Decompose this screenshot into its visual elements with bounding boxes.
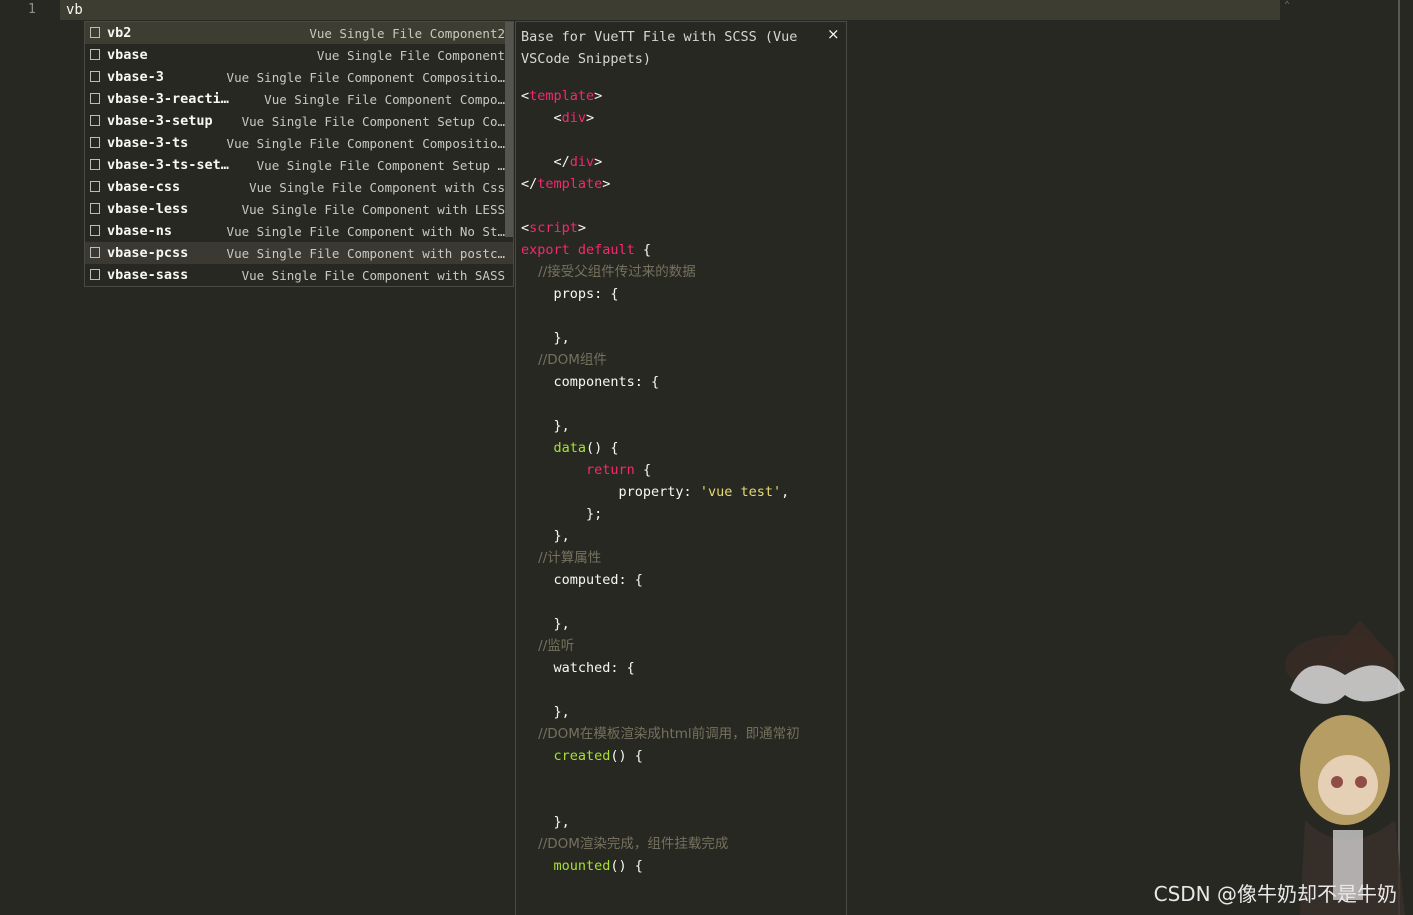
suggestion-scrollbar[interactable] <box>505 22 513 237</box>
detail-title: Base for VueTT File with SCSS (Vue VSCod… <box>521 29 798 67</box>
suggestion-description: Vue Single File Component with postc… <box>226 246 505 261</box>
code-comment: //接受父组件传过来的数据 <box>521 264 696 280</box>
code-line: props: { <box>521 286 619 302</box>
suggestion-detail-panel: Base for VueTT File with SCSS (Vue VSCod… <box>515 21 847 915</box>
snippet-icon <box>90 159 100 170</box>
code-line: }; <box>521 506 603 522</box>
suggestion-description: Vue Single File Component Compositio… <box>226 70 505 85</box>
code-line: </div> <box>521 154 603 170</box>
code-comment: //DOM在模板渲染成html前调用，即通常初 <box>521 726 800 742</box>
code-line: watched: { <box>521 660 635 676</box>
snippet-icon <box>90 93 100 104</box>
suggestion-description: Vue Single File Component with SASS <box>241 268 505 283</box>
watermark-text: CSDN @像牛奶却不是牛奶 <box>1153 882 1397 906</box>
code-comment: //DOM组件 <box>521 352 607 368</box>
suggestion-description: Vue Single File Component Setup Co… <box>241 114 505 129</box>
suggestion-description: Vue Single File Component Setup … <box>256 158 505 173</box>
snippet-icon <box>90 203 100 214</box>
suggestion-description: Vue Single File Component with Css <box>249 180 505 195</box>
suggestion-description: Vue Single File Component with No St… <box>226 224 505 239</box>
mascot-icon <box>1285 620 1405 915</box>
suggestion-item[interactable]: vbase-3 Vue Single File Component Compos… <box>85 66 513 88</box>
suggestion-item[interactable]: vbase-3-ts Vue Single File Component Com… <box>85 132 513 154</box>
code-line: }, <box>521 616 570 632</box>
suggestion-item[interactable]: vbase-sass Vue Single File Component wit… <box>85 264 513 286</box>
suggestion-item[interactable]: vbase-3-setup Vue Single File Component … <box>85 110 513 132</box>
code-line: }, <box>521 704 570 720</box>
suggestion-label: vbase-pcss <box>107 245 189 261</box>
code-line: <template> <box>521 88 603 104</box>
snippet-icon <box>90 27 100 38</box>
snippet-icon <box>90 269 100 280</box>
suggestion-item[interactable]: vbase-less Vue Single File Component wit… <box>85 198 513 220</box>
code-preview: <template> <div> </div> </template> <scr… <box>521 85 846 877</box>
suggestion-label: vbase-less <box>107 201 189 217</box>
snippet-icon <box>90 137 100 148</box>
code-comment: //DOM渲染完成，组件挂载完成 <box>521 836 729 852</box>
suggestion-label: vb2 <box>107 25 132 41</box>
line-number: 1 <box>28 2 36 17</box>
suggestion-label: vbase <box>107 47 148 63</box>
suggestion-label: vbase-3-ts <box>107 135 189 151</box>
code-line: }, <box>521 418 570 434</box>
suggestion-item[interactable]: vbase-pcss Vue Single File Component wit… <box>85 242 513 264</box>
snippet-icon <box>90 49 100 60</box>
code-line: }, <box>521 814 570 830</box>
suggestion-item[interactable]: vbase-3-reacti… Vue Single File Componen… <box>85 88 513 110</box>
autocomplete-list[interactable]: vb2 Vue Single File Component2 vbase Vue… <box>84 21 514 287</box>
suggestion-item[interactable]: vb2 Vue Single File Component2 <box>85 22 513 44</box>
code-line: <script> <box>521 220 587 236</box>
suggestion-label: vbase-css <box>107 179 181 195</box>
code-line: created() { <box>553 748 643 764</box>
code-comment: //计算属性 <box>521 550 602 566</box>
editor-typed-text[interactable]: vb <box>66 1 83 19</box>
snippet-icon <box>90 247 100 258</box>
suggestion-item[interactable]: vbase-ns Vue Single File Component with … <box>85 220 513 242</box>
code-line: </template> <box>521 176 611 192</box>
suggestion-item[interactable]: vbase-3-ts-set… Vue Single File Componen… <box>85 154 513 176</box>
suggestion-label: vbase-sass <box>107 267 189 283</box>
code-line: }, <box>521 528 570 544</box>
snippet-icon <box>90 115 100 126</box>
suggestion-description: Vue Single File Component Compo… <box>264 92 505 107</box>
suggestion-description: Vue Single File Component Compositio… <box>226 136 505 151</box>
suggestion-description: Vue Single File Component with LESS <box>241 202 505 217</box>
suggestion-description: Vue Single File Component <box>316 48 505 63</box>
suggestion-label: vbase-3 <box>107 69 164 85</box>
suggestion-label: vbase-3-setup <box>107 113 213 129</box>
snippet-icon <box>90 225 100 236</box>
code-line: components: { <box>521 374 660 390</box>
snippet-icon <box>90 71 100 82</box>
close-icon[interactable]: × <box>827 25 840 43</box>
current-line-highlight <box>60 0 1280 20</box>
code-line: computed: { <box>521 572 643 588</box>
suggestion-description: Vue Single File Component2 <box>309 26 505 41</box>
code-line: property: 'vue test', <box>521 484 790 500</box>
snippet-icon <box>90 181 100 192</box>
suggestion-label: vbase-3-reacti… <box>107 91 229 107</box>
code-line: data() { <box>553 440 619 456</box>
suggestion-label: vbase-ns <box>107 223 173 239</box>
minimap-marker: ⌃ <box>1284 0 1291 11</box>
code-line: mounted() { <box>553 858 643 874</box>
code-line: }, <box>521 330 570 346</box>
suggestion-item[interactable]: vbase Vue Single File Component <box>85 44 513 66</box>
code-comment: //监听 <box>521 638 575 654</box>
code-line: <div> <box>521 110 595 126</box>
code-line: return { <box>586 462 652 478</box>
suggestion-label: vbase-3-ts-set… <box>107 157 229 173</box>
code-line: export default { <box>521 242 652 258</box>
line-gutter: 1 <box>0 0 60 915</box>
suggestion-item[interactable]: vbase-css Vue Single File Component with… <box>85 176 513 198</box>
